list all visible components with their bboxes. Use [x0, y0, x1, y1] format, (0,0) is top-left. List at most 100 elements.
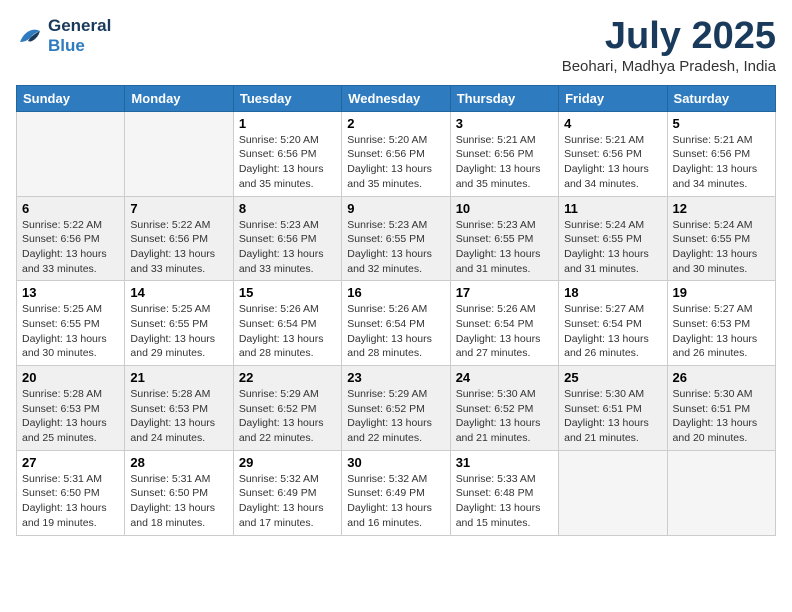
day-detail: Sunrise: 5:27 AM Sunset: 6:54 PM Dayligh…	[564, 302, 661, 361]
day-detail: Sunrise: 5:25 AM Sunset: 6:55 PM Dayligh…	[22, 302, 119, 361]
day-detail: Sunrise: 5:26 AM Sunset: 6:54 PM Dayligh…	[239, 302, 336, 361]
calendar-day: 26 Sunrise: 5:30 AM Sunset: 6:51 PM Dayli…	[667, 366, 775, 451]
day-number: 11	[564, 201, 661, 216]
calendar-day: 6 Sunrise: 5:22 AM Sunset: 6:56 PM Daylig…	[17, 196, 125, 281]
day-detail: Sunrise: 5:31 AM Sunset: 6:50 PM Dayligh…	[130, 472, 227, 531]
calendar-day: 13 Sunrise: 5:25 AM Sunset: 6:55 PM Dayli…	[17, 281, 125, 366]
calendar-day: 8 Sunrise: 5:23 AM Sunset: 6:56 PM Daylig…	[233, 196, 341, 281]
calendar-day: 18 Sunrise: 5:27 AM Sunset: 6:54 PM Dayli…	[559, 281, 667, 366]
col-header-monday: Monday	[125, 85, 233, 111]
day-detail: Sunrise: 5:30 AM Sunset: 6:51 PM Dayligh…	[564, 387, 661, 446]
calendar-day: 31 Sunrise: 5:33 AM Sunset: 6:48 PM Dayli…	[450, 450, 558, 535]
day-detail: Sunrise: 5:23 AM Sunset: 6:55 PM Dayligh…	[456, 218, 553, 277]
calendar-day: 20 Sunrise: 5:28 AM Sunset: 6:53 PM Dayli…	[17, 366, 125, 451]
day-detail: Sunrise: 5:28 AM Sunset: 6:53 PM Dayligh…	[22, 387, 119, 446]
calendar-day	[17, 111, 125, 196]
col-header-thursday: Thursday	[450, 85, 558, 111]
day-detail: Sunrise: 5:28 AM Sunset: 6:53 PM Dayligh…	[130, 387, 227, 446]
day-number: 30	[347, 455, 444, 470]
calendar-day: 24 Sunrise: 5:30 AM Sunset: 6:52 PM Dayli…	[450, 366, 558, 451]
day-number: 15	[239, 285, 336, 300]
calendar-day: 17Sunrise: 5:26 AM Sunset: 6:54 PM Dayli…	[450, 281, 558, 366]
day-number: 2	[347, 116, 444, 131]
day-number: 24	[456, 370, 553, 385]
calendar-day: 2 Sunrise: 5:20 AM Sunset: 6:56 PM Daylig…	[342, 111, 450, 196]
col-header-friday: Friday	[559, 85, 667, 111]
day-detail: Sunrise: 5:32 AM Sunset: 6:49 PM Dayligh…	[347, 472, 444, 531]
calendar-day: 9 Sunrise: 5:23 AM Sunset: 6:55 PM Daylig…	[342, 196, 450, 281]
calendar-day: 12 Sunrise: 5:24 AM Sunset: 6:55 PM Dayli…	[667, 196, 775, 281]
calendar-day: 23Sunrise: 5:29 AM Sunset: 6:52 PM Dayli…	[342, 366, 450, 451]
calendar-day: 5Sunrise: 5:21 AM Sunset: 6:56 PM Daylig…	[667, 111, 775, 196]
calendar-day: 1 Sunrise: 5:20 AM Sunset: 6:56 PM Daylig…	[233, 111, 341, 196]
page-header: General Blue July 2025 Beohari, Madhya P…	[16, 16, 776, 75]
calendar-week-0: 1 Sunrise: 5:20 AM Sunset: 6:56 PM Daylig…	[17, 111, 776, 196]
calendar-day: 29 Sunrise: 5:32 AM Sunset: 6:49 PM Dayli…	[233, 450, 341, 535]
day-number: 6	[22, 201, 119, 216]
calendar-day: 15 Sunrise: 5:26 AM Sunset: 6:54 PM Dayli…	[233, 281, 341, 366]
calendar-week-3: 20 Sunrise: 5:28 AM Sunset: 6:53 PM Dayli…	[17, 366, 776, 451]
day-detail: Sunrise: 5:21 AM Sunset: 6:56 PM Dayligh…	[673, 133, 770, 192]
calendar-day: 10 Sunrise: 5:23 AM Sunset: 6:55 PM Dayli…	[450, 196, 558, 281]
day-detail: Sunrise: 5:22 AM Sunset: 6:56 PM Dayligh…	[22, 218, 119, 277]
day-number: 21	[130, 370, 227, 385]
day-number: 10	[456, 201, 553, 216]
calendar-table: SundayMondayTuesdayWednesdayThursdayFrid…	[16, 85, 776, 536]
day-number: 9	[347, 201, 444, 216]
month-title: July 2025	[562, 16, 776, 58]
day-number: 1	[239, 116, 336, 131]
day-detail: Sunrise: 5:27 AM Sunset: 6:53 PM Dayligh…	[673, 302, 770, 361]
day-detail: Sunrise: 5:33 AM Sunset: 6:48 PM Dayligh…	[456, 472, 553, 531]
day-detail: Sunrise: 5:31 AM Sunset: 6:50 PM Dayligh…	[22, 472, 119, 531]
calendar-day: 21 Sunrise: 5:28 AM Sunset: 6:53 PM Dayli…	[125, 366, 233, 451]
location: Beohari, Madhya Pradesh, India	[562, 58, 776, 75]
calendar-day: 30 Sunrise: 5:32 AM Sunset: 6:49 PM Dayli…	[342, 450, 450, 535]
day-detail: Sunrise: 5:21 AM Sunset: 6:56 PM Dayligh…	[456, 133, 553, 192]
day-detail: Sunrise: 5:32 AM Sunset: 6:49 PM Dayligh…	[239, 472, 336, 531]
day-detail: Sunrise: 5:20 AM Sunset: 6:56 PM Dayligh…	[239, 133, 336, 192]
calendar-header-row: SundayMondayTuesdayWednesdayThursdayFrid…	[17, 85, 776, 111]
calendar-day: 22Sunrise: 5:29 AM Sunset: 6:52 PM Dayli…	[233, 366, 341, 451]
calendar-day: 27Sunrise: 5:31 AM Sunset: 6:50 PM Dayli…	[17, 450, 125, 535]
day-detail: Sunrise: 5:23 AM Sunset: 6:56 PM Dayligh…	[239, 218, 336, 277]
day-number: 18	[564, 285, 661, 300]
day-detail: Sunrise: 5:25 AM Sunset: 6:55 PM Dayligh…	[130, 302, 227, 361]
calendar-day	[559, 450, 667, 535]
col-header-wednesday: Wednesday	[342, 85, 450, 111]
col-header-saturday: Saturday	[667, 85, 775, 111]
logo-text: General Blue	[48, 16, 111, 56]
day-detail: Sunrise: 5:30 AM Sunset: 6:52 PM Dayligh…	[456, 387, 553, 446]
day-number: 17	[456, 285, 553, 300]
calendar-week-4: 27Sunrise: 5:31 AM Sunset: 6:50 PM Dayli…	[17, 450, 776, 535]
day-number: 20	[22, 370, 119, 385]
day-number: 28	[130, 455, 227, 470]
day-detail: Sunrise: 5:24 AM Sunset: 6:55 PM Dayligh…	[673, 218, 770, 277]
day-number: 14	[130, 285, 227, 300]
day-number: 8	[239, 201, 336, 216]
day-detail: Sunrise: 5:30 AM Sunset: 6:51 PM Dayligh…	[673, 387, 770, 446]
day-number: 19	[673, 285, 770, 300]
title-block: July 2025 Beohari, Madhya Pradesh, India	[562, 16, 776, 75]
day-number: 29	[239, 455, 336, 470]
day-number: 12	[673, 201, 770, 216]
day-number: 13	[22, 285, 119, 300]
day-number: 31	[456, 455, 553, 470]
logo-icon	[16, 24, 44, 48]
calendar-day: 7Sunrise: 5:22 AM Sunset: 6:56 PM Daylig…	[125, 196, 233, 281]
calendar-day: 4Sunrise: 5:21 AM Sunset: 6:56 PM Daylig…	[559, 111, 667, 196]
day-number: 7	[130, 201, 227, 216]
calendar-week-2: 13 Sunrise: 5:25 AM Sunset: 6:55 PM Dayli…	[17, 281, 776, 366]
calendar-day	[125, 111, 233, 196]
calendar-week-1: 6 Sunrise: 5:22 AM Sunset: 6:56 PM Daylig…	[17, 196, 776, 281]
logo: General Blue	[16, 16, 111, 56]
day-number: 22	[239, 370, 336, 385]
calendar-day: 28 Sunrise: 5:31 AM Sunset: 6:50 PM Dayli…	[125, 450, 233, 535]
col-header-tuesday: Tuesday	[233, 85, 341, 111]
day-detail: Sunrise: 5:23 AM Sunset: 6:55 PM Dayligh…	[347, 218, 444, 277]
calendar-day: 11Sunrise: 5:24 AM Sunset: 6:55 PM Dayli…	[559, 196, 667, 281]
calendar-day: 3Sunrise: 5:21 AM Sunset: 6:56 PM Daylig…	[450, 111, 558, 196]
day-detail: Sunrise: 5:29 AM Sunset: 6:52 PM Dayligh…	[347, 387, 444, 446]
day-number: 26	[673, 370, 770, 385]
day-detail: Sunrise: 5:20 AM Sunset: 6:56 PM Dayligh…	[347, 133, 444, 192]
calendar-day: 25Sunrise: 5:30 AM Sunset: 6:51 PM Dayli…	[559, 366, 667, 451]
